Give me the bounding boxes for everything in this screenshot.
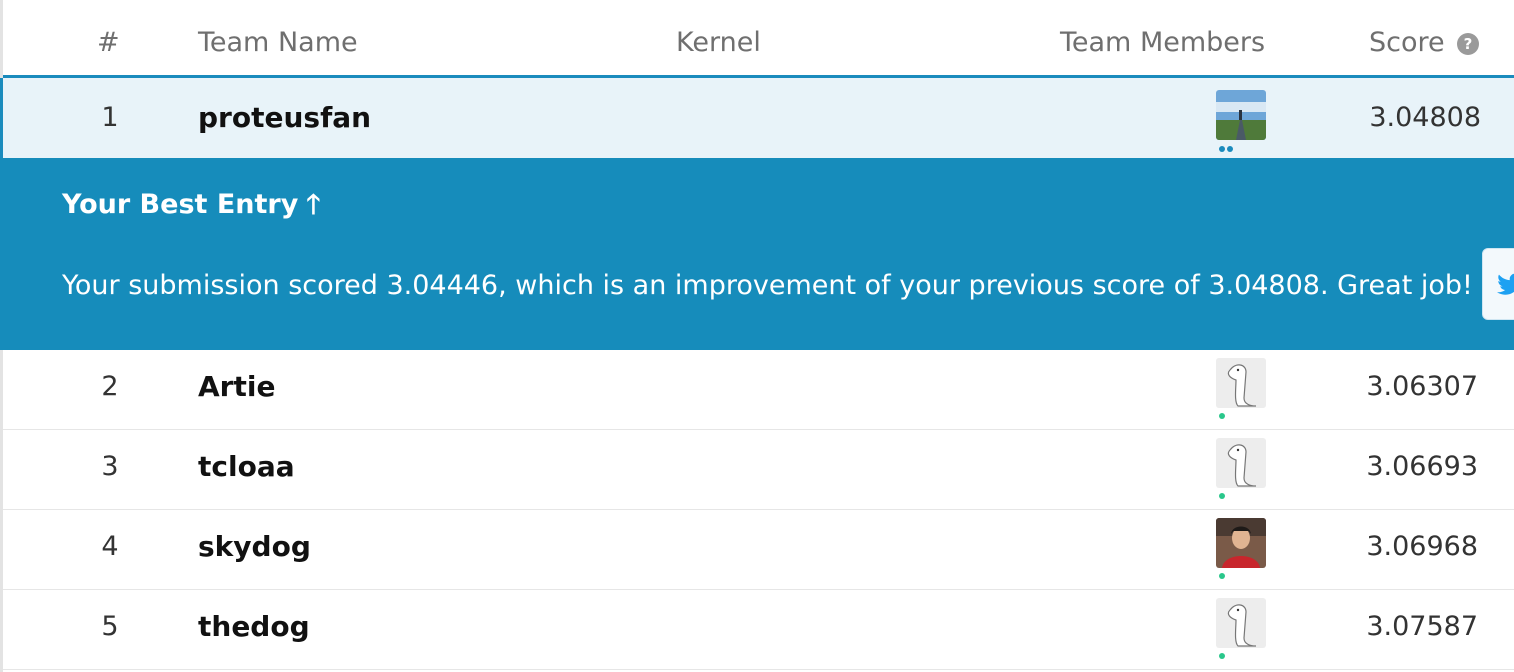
score-cell: 3.06693 — [1366, 451, 1478, 482]
column-header-team-name[interactable]: Team Name — [198, 24, 358, 62]
column-header-team-members[interactable]: Team Members — [1060, 24, 1265, 62]
best-entry-banner: Your Best Entry 🡑 Your submission scored … — [0, 158, 1514, 350]
team-name-link[interactable]: proteusfan — [198, 101, 371, 135]
column-header-score[interactable]: Score — [1369, 24, 1445, 62]
help-icon[interactable]: ? — [1457, 33, 1479, 55]
status-dot — [1219, 573, 1225, 579]
twitter-icon — [1497, 273, 1514, 295]
arrow-up-icon: 🡑 — [306, 189, 321, 220]
score-cell: 3.06307 — [1366, 371, 1478, 402]
column-header-rank[interactable]: # — [97, 24, 120, 62]
score-cell: 3.04808 — [1369, 102, 1481, 133]
status-dot — [1219, 146, 1225, 152]
status-dot — [1227, 146, 1233, 152]
goose-avatar[interactable] — [1216, 598, 1266, 648]
landscape-road-avatar[interactable] — [1216, 90, 1266, 140]
status-dot — [1219, 413, 1225, 419]
banner-message: Your submission scored 3.04446, which is… — [62, 270, 1473, 301]
column-header-kernel[interactable]: Kernel — [676, 24, 761, 62]
leaderboard-row-3[interactable]: 3 tcloaa 3.06693 — [3, 430, 1514, 510]
person-photo-avatar[interactable] — [1216, 518, 1266, 568]
leaderboard-row-4[interactable]: 4 skydog 3.06968 — [3, 510, 1514, 590]
status-dot — [1219, 493, 1225, 499]
banner-title: Your Best Entry 🡑 — [62, 186, 320, 224]
team-name-link[interactable]: thedog — [198, 610, 310, 644]
goose-avatar[interactable] — [1216, 438, 1266, 488]
team-name-link[interactable]: Artie — [198, 370, 275, 404]
score-cell: 3.07587 — [1366, 611, 1478, 642]
goose-avatar[interactable] — [1216, 358, 1266, 408]
team-name-link[interactable]: tcloaa — [198, 450, 295, 484]
rank-cell: 2 — [101, 371, 119, 402]
twitter-share-button[interactable] — [1482, 248, 1514, 320]
leaderboard-row-5[interactable]: 5 thedog 3.07587 — [3, 590, 1514, 670]
rank-cell: 4 — [101, 531, 119, 562]
leaderboard-row-2[interactable]: 2 Artie 3.06307 — [3, 350, 1514, 430]
rank-cell: 1 — [101, 102, 119, 133]
banner-title-text: Your Best Entry — [62, 189, 299, 220]
leaderboard-header: # Team Name Kernel Team Members Score ? — [0, 0, 1514, 76]
team-name-link[interactable]: skydog — [198, 530, 311, 564]
rank-cell: 3 — [101, 451, 119, 482]
leaderboard-row-1[interactable]: 1 proteusfan 3.04808 — [0, 78, 1514, 158]
status-dot — [1219, 653, 1225, 659]
score-cell: 3.06968 — [1366, 531, 1478, 562]
rank-cell: 5 — [101, 611, 119, 642]
